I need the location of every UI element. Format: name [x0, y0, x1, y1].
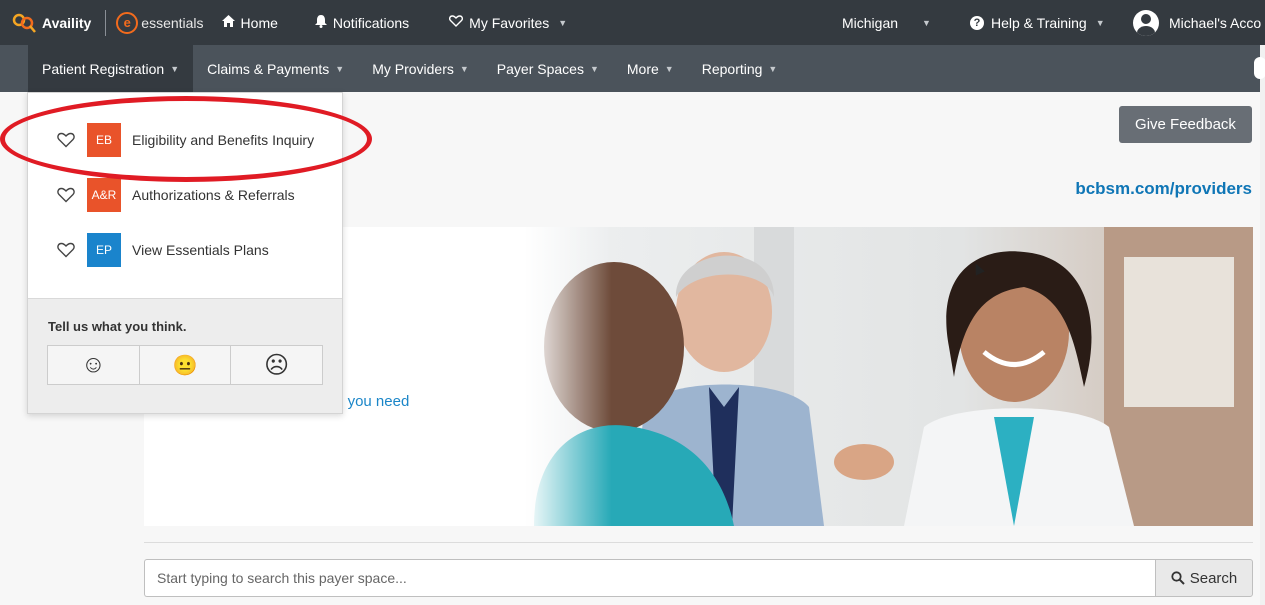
chevron-down-icon: ▼	[589, 63, 599, 74]
patient-registration-dropdown: EB Eligibility and Benefits Inquiry A&R …	[27, 92, 343, 414]
neutral-face-icon: 😐	[172, 354, 198, 377]
bell-icon	[314, 14, 327, 31]
sad-face-icon: ☹	[264, 351, 290, 379]
account-label: Michael's Acco	[1169, 14, 1262, 31]
home-link[interactable]: Home	[221, 14, 278, 31]
menu-item-label: Authorizations & Referrals	[132, 187, 295, 203]
menu-item-eligibility-benefits[interactable]: EB Eligibility and Benefits Inquiry	[28, 120, 342, 160]
my-favorites-link[interactable]: My Favorites ▼	[449, 15, 567, 31]
nav-claims-payments[interactable]: Claims & Payments ▼	[193, 45, 358, 92]
essentials-logo-icon: e	[116, 11, 139, 34]
search-button[interactable]: Search	[1155, 559, 1253, 597]
top-bar: Availity e essentials Home Notifications…	[0, 0, 1265, 45]
hero-photo	[524, 227, 1253, 526]
brand-divider	[105, 9, 107, 36]
nav-my-providers[interactable]: My Providers ▼	[358, 45, 483, 92]
eb-badge: EB	[87, 123, 121, 157]
nav-scroll-edge	[1254, 57, 1265, 79]
essentials-name: essentials	[141, 14, 204, 31]
nav-label: My Providers	[372, 60, 454, 77]
nav-reporting[interactable]: Reporting ▼	[688, 45, 792, 92]
home-label: Home	[240, 14, 278, 31]
nav-label: More	[626, 60, 659, 77]
menu-item-label: View Essentials Plans	[132, 242, 269, 258]
account-menu[interactable]: Michael's Acco	[1133, 0, 1261, 45]
my-favorites-label: My Favorites	[469, 14, 550, 31]
chevron-down-icon: ▼	[335, 63, 345, 74]
chevron-down-icon: ▼	[558, 17, 568, 28]
chevron-down-icon: ▼	[459, 63, 469, 74]
favorite-heart-icon[interactable]	[57, 242, 75, 258]
payer-space-search-input[interactable]	[144, 559, 1155, 597]
chevron-down-icon: ▼	[768, 63, 778, 74]
menu-item-authorizations-referrals[interactable]: A&R Authorizations & Referrals	[28, 175, 342, 215]
availity-logo-icon	[12, 13, 36, 33]
help-training-menu[interactable]: ? Help & Training ▼	[970, 0, 1105, 45]
nav-label: Reporting	[701, 60, 763, 77]
divider	[144, 542, 1253, 543]
avatar	[1133, 9, 1159, 36]
feedback-section: Tell us what you think. ☺ 😐 ☹	[28, 298, 342, 413]
notifications-link[interactable]: Notifications	[314, 14, 410, 31]
menu-item-view-essentials-plans[interactable]: EP View Essentials Plans	[28, 230, 342, 270]
region-label: Michigan	[842, 14, 899, 31]
search-icon	[1171, 571, 1185, 585]
sad-face-button[interactable]: ☹	[231, 346, 322, 384]
menu-item-label: Eligibility and Benefits Inquiry	[132, 132, 315, 148]
favorite-heart-icon[interactable]	[57, 187, 75, 203]
ep-badge: EP	[87, 233, 121, 267]
help-icon: ?	[970, 15, 984, 30]
brand-name: Availity	[42, 14, 92, 31]
nav-label: Payer Spaces	[496, 60, 584, 77]
chevron-down-icon: ▼	[664, 63, 674, 74]
favorite-heart-icon[interactable]	[57, 132, 75, 148]
give-feedback-button[interactable]: Give Feedback	[1119, 106, 1252, 143]
home-icon	[221, 15, 235, 30]
feedback-title: Tell us what you think.	[48, 319, 187, 334]
chevron-down-icon: ▼	[1095, 17, 1105, 28]
nav-label: Claims & Payments	[207, 60, 330, 77]
happy-face-button[interactable]: ☺	[48, 346, 140, 384]
main-nav: Patient Registration ▼ Claims & Payments…	[0, 45, 1265, 92]
chevron-down-icon: ▼	[922, 17, 931, 28]
ar-badge: A&R	[87, 178, 121, 212]
chevron-down-icon: ▼	[170, 63, 180, 74]
availity-logo[interactable]: Availity	[12, 12, 91, 34]
nav-more[interactable]: More ▼	[613, 45, 688, 92]
happy-face-icon: ☺	[81, 351, 106, 378]
heart-icon	[449, 15, 464, 30]
notifications-label: Notifications	[332, 14, 410, 31]
region-selector[interactable]: Michigan ▼	[842, 0, 931, 45]
nav-patient-registration[interactable]: Patient Registration ▼	[28, 45, 194, 92]
bcbsm-providers-link[interactable]: bcbsm.com/providers	[1075, 179, 1252, 199]
help-label: Help & Training	[991, 14, 1087, 31]
search-button-label: Search	[1189, 569, 1238, 587]
nav-label: Patient Registration	[42, 60, 165, 77]
neutral-face-button[interactable]: 😐	[140, 346, 232, 384]
feedback-faces: ☺ 😐 ☹	[47, 345, 323, 385]
nav-payer-spaces[interactable]: Payer Spaces ▼	[483, 45, 613, 92]
